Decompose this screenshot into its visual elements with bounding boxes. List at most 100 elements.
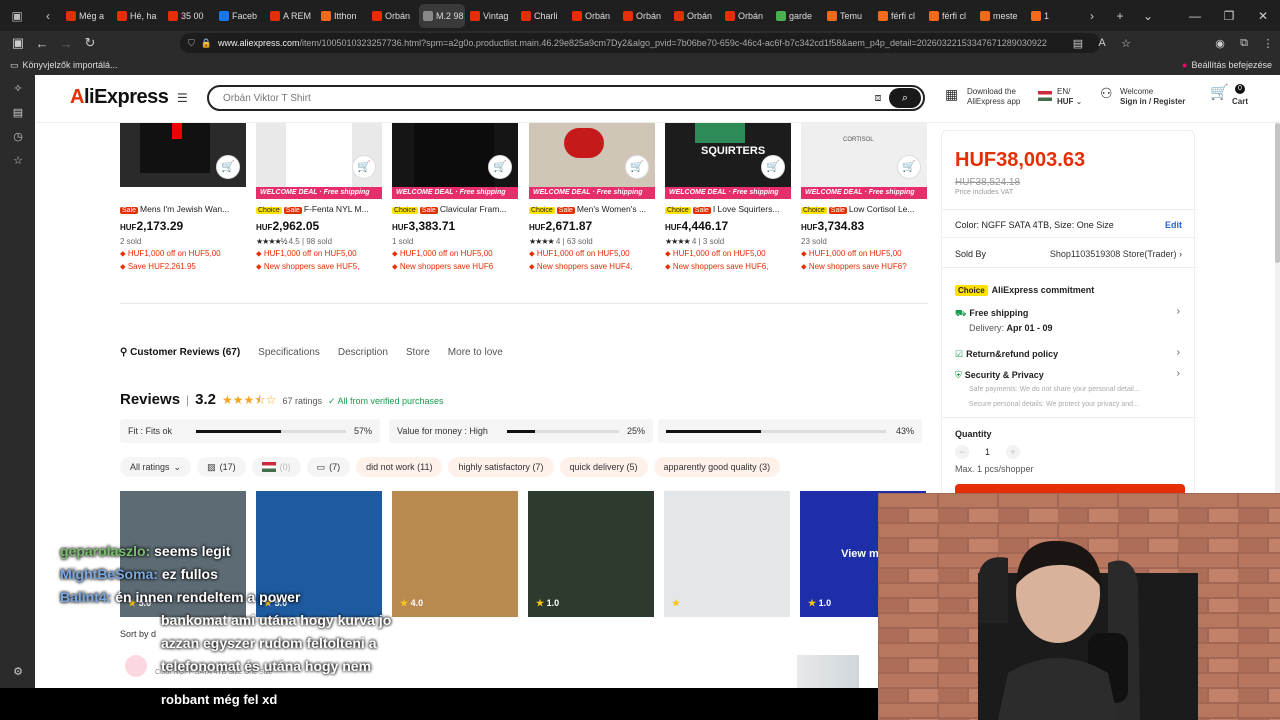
browser-tab[interactable]: A REM — [266, 4, 316, 28]
coupon-offer[interactable]: ⬥ HUF1,000 off on HUF5,00 — [120, 249, 246, 259]
finish-setup-link[interactable]: ● Beállítás befejezése — [1182, 60, 1272, 70]
review-image[interactable]: ★ 1.0 — [528, 491, 654, 617]
browser-tab[interactable]: M.2 98✕ — [419, 3, 465, 28]
product-title[interactable]: Choice Sale Clavicular Fram... — [392, 204, 518, 216]
quantity-value[interactable]: 1 — [985, 447, 990, 457]
tab-scroll-right-icon[interactable]: › — [1078, 9, 1106, 23]
add-to-cart-icon[interactable]: 🛒 — [761, 155, 785, 179]
close-window-button[interactable]: ✕ — [1246, 9, 1280, 23]
language-currency-selector[interactable]: EN/ HUF ⌄ — [1038, 87, 1082, 107]
product-image[interactable]: 🛒 — [256, 123, 382, 187]
coupon-offer[interactable]: ⬥ HUF1,000 off on HUF5,00 — [801, 249, 927, 259]
tab-list-icon[interactable]: ⌄ — [1134, 9, 1162, 23]
browser-tab[interactable]: 35 00 — [164, 4, 214, 28]
browser-tab[interactable]: Hé, ha — [113, 4, 163, 28]
security-row[interactable]: ⛨ Security & Privacy — [955, 370, 1044, 381]
product-title[interactable]: Choice Sale Low Cortisol Le... — [801, 204, 927, 216]
new-tab-button[interactable]: + — [1106, 9, 1134, 23]
aliexpress-logo[interactable]: AliExpress — [70, 86, 169, 109]
tab-actions-icon[interactable]: ▣ — [0, 0, 34, 31]
browser-tab[interactable]: férfi cl — [874, 4, 924, 28]
coupon-offer[interactable]: ⬥ HUF1,000 off on HUF5,00 — [256, 249, 382, 259]
page-scrollbar-thumb[interactable] — [1275, 123, 1280, 263]
translate-icon[interactable]: A — [1090, 37, 1114, 49]
browser-tab[interactable]: garde — [772, 4, 822, 28]
product-title[interactable]: Choice Sale F-Fenta NYL M... — [256, 204, 382, 216]
review-filter-chip[interactable]: All ratings ⌄ — [120, 457, 192, 477]
product-title[interactable]: Sale Mens I'm Jewish Wan... — [120, 204, 246, 216]
return-policy-row[interactable]: ☑ Return&refund policy — [955, 349, 1058, 360]
browser-tab[interactable]: Charli — [517, 4, 567, 28]
review-filter-chip[interactable]: quick delivery (5) — [559, 457, 648, 477]
tab-specifications[interactable]: Specifications — [258, 347, 320, 358]
product-card[interactable]: 🛒 WELCOME DEAL · Free shipping Choice Sal… — [529, 123, 655, 272]
tab-customer-reviews[interactable]: ⚲ Customer Reviews (67) — [120, 347, 240, 358]
add-to-cart-icon[interactable]: 🛒 — [352, 155, 376, 179]
image-search-icon[interactable]: ⧈ — [867, 92, 889, 105]
review-image[interactable]: ★ — [664, 491, 790, 617]
download-app-link[interactable]: ▦ Download the AliExpress app — [945, 87, 1020, 107]
sidebar-toggle-icon[interactable]: ▣ — [6, 35, 30, 51]
tab-store[interactable]: Store — [406, 347, 430, 358]
product-card[interactable]: 🛒 Sale Mens I'm Jewish Wan... HUF2,173.29… — [120, 123, 246, 272]
reload-button[interactable]: ↻ — [78, 35, 102, 51]
review-filter-chip[interactable]: (0) — [251, 457, 301, 477]
product-image[interactable]: CORTISOL 🛒 — [801, 123, 927, 187]
add-to-cart-icon[interactable]: 🛒 — [897, 155, 921, 179]
bookmark-import[interactable]: ▭ Könyvjelzők importálá... — [10, 60, 118, 71]
browser-tab[interactable]: Temu — [823, 4, 873, 28]
history-icon[interactable]: ◷ — [10, 130, 26, 146]
browser-tab[interactable]: 1 — [1027, 4, 1077, 28]
browser-tab[interactable]: Még a — [62, 4, 112, 28]
browser-tab[interactable]: Itthon — [317, 4, 367, 28]
copilot-icon[interactable]: ✧ — [10, 82, 26, 98]
browser-tab[interactable]: Faceb — [215, 4, 265, 28]
collections-icon[interactable]: ▤ — [10, 106, 26, 122]
sign-in-link[interactable]: ⚇ Welcome Sign in / Register — [1100, 86, 1185, 107]
profile-icon[interactable]: ◉ — [1208, 37, 1232, 50]
browser-tab[interactable]: Orbán — [568, 4, 618, 28]
add-to-cart-icon[interactable]: 🛒 — [488, 155, 512, 179]
browser-tab[interactable]: Vintag — [466, 4, 516, 28]
product-card[interactable]: 🛒 WELCOME DEAL · Free shipping Choice Sal… — [256, 123, 382, 272]
browser-tab[interactable]: férfi cl — [925, 4, 975, 28]
tab-description[interactable]: Description — [338, 347, 388, 358]
settings-gear-icon[interactable]: ⚙ — [10, 665, 26, 681]
forward-button[interactable]: → — [54, 36, 78, 51]
coupon-offer[interactable]: ⬥ HUF1,000 off on HUF5,00 — [392, 249, 518, 259]
reader-icon[interactable]: ▤ — [1066, 37, 1090, 50]
review-photo-thumb[interactable] — [797, 655, 859, 688]
tab-scroll-left-icon[interactable]: ‹ — [34, 9, 62, 23]
category-menu-icon[interactable]: ☰ — [177, 91, 188, 105]
product-image[interactable]: 🛒 — [529, 123, 655, 187]
url-field[interactable]: ⛉ 🔒 www.aliexpress.com /item/10050103232… — [180, 33, 1100, 53]
coupon-offer[interactable]: ⬥ HUF1,000 off on HUF5,00 — [529, 249, 655, 259]
extensions-icon[interactable]: ⧉ — [1232, 37, 1256, 50]
seller-link[interactable]: Shop1103519308 Store(Trader) › — [1050, 249, 1182, 259]
product-card[interactable]: 🛒 WELCOME DEAL · Free shipping Choice Sal… — [392, 123, 518, 272]
minimize-button[interactable]: — — [1178, 9, 1212, 23]
product-image[interactable]: 🛒 — [120, 123, 246, 187]
review-filter-chip[interactable]: ▨ (17) — [197, 457, 246, 477]
product-image[interactable]: 🛒 — [392, 123, 518, 187]
search-input[interactable]: Orbán Viktor T Shirt — [209, 93, 867, 104]
tab-more-to-love[interactable]: More to love — [448, 347, 503, 358]
maximize-button[interactable]: ❐ — [1212, 9, 1246, 23]
chevron-right-icon[interactable]: › — [1177, 306, 1180, 317]
product-image[interactable]: SQUIRTERS 🛒 — [665, 123, 791, 187]
cart-link[interactable]: 🛒 0 Cart — [1210, 84, 1248, 107]
browser-tab[interactable]: Orbán — [721, 4, 771, 28]
back-button[interactable]: ← — [30, 36, 54, 51]
quantity-increase-button[interactable]: + — [1006, 445, 1021, 459]
search-button[interactable]: ⌕ — [889, 88, 921, 108]
favorite-star-icon[interactable]: ☆ — [1114, 37, 1138, 50]
product-title[interactable]: Choice Sale Men's Women's ... — [529, 204, 655, 216]
browser-tab[interactable]: Orbán — [670, 4, 720, 28]
review-filter-chip[interactable]: highly satisfactory (7) — [448, 457, 554, 477]
favorites-icon[interactable]: ☆ — [10, 154, 26, 170]
coupon-offer[interactable]: ⬥ HUF1,000 off on HUF5,00 — [665, 249, 791, 259]
free-shipping-row[interactable]: ⛟ Free shipping — [955, 308, 1028, 320]
chevron-right-icon[interactable]: › — [1177, 368, 1180, 379]
browser-tab[interactable]: Orbán — [619, 4, 669, 28]
menu-icon[interactable]: ⋮ — [1256, 37, 1280, 50]
